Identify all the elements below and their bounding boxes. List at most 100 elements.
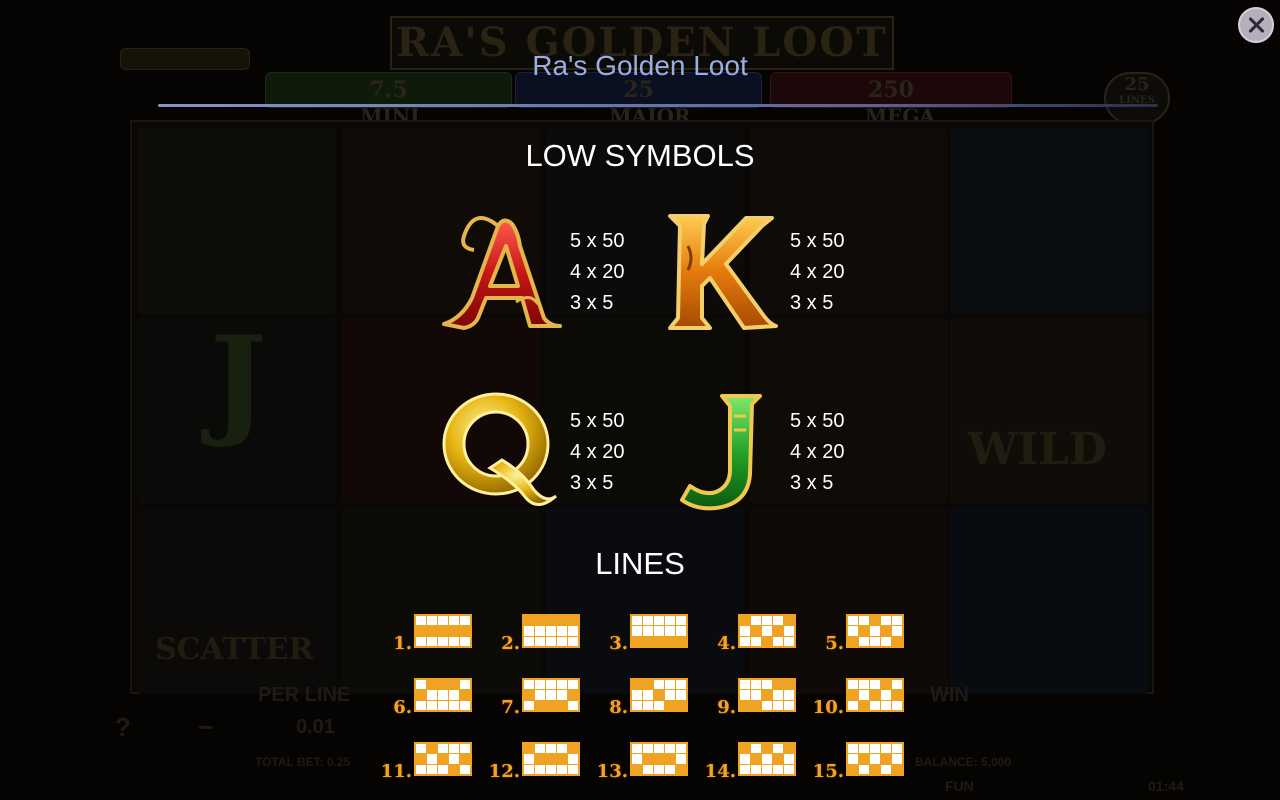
payline-number: 6.: [393, 697, 412, 718]
payline-cell: [416, 744, 426, 754]
payline-cell: [654, 700, 664, 710]
payline-cell: [535, 764, 545, 774]
payline-cell: [557, 626, 567, 636]
payline-cell: [557, 754, 567, 764]
pay-5: 5 x 50: [790, 410, 845, 432]
payline-cell: [676, 626, 686, 636]
payline-number: 12.: [488, 761, 520, 782]
payline-cell: [546, 754, 556, 764]
reel-cell: [750, 508, 948, 694]
payline-cell: [848, 754, 858, 764]
payline-number: 1.: [393, 633, 412, 654]
payline-cell: [427, 636, 437, 646]
payline-pattern: [522, 678, 580, 712]
payline-cell: [568, 626, 578, 636]
payline-pattern: [738, 678, 796, 712]
payline-pattern: [630, 678, 688, 712]
payline-cell: [416, 754, 426, 764]
payline-cell: [535, 744, 545, 754]
payline-cell: [546, 680, 556, 690]
payline-cell: [773, 700, 783, 710]
payline-cell: [870, 754, 880, 764]
payline-number: 15.: [812, 761, 844, 782]
payline-cell: [784, 616, 794, 626]
payline-cell: [665, 700, 675, 710]
payline-item: 11.: [370, 742, 490, 782]
payline-cell: [892, 626, 902, 636]
minus-icon[interactable]: −: [198, 712, 213, 743]
letter-k-icon: [668, 214, 778, 330]
payline-number: 5.: [825, 633, 844, 654]
pay-5: 5 x 50: [570, 410, 625, 432]
payline-cell: [870, 690, 880, 700]
payline-item: 9.: [694, 678, 814, 718]
payline-cell: [438, 690, 448, 700]
payline-cell: [438, 744, 448, 754]
payline-cell: [870, 626, 880, 636]
payline-cell: [524, 764, 534, 774]
payline-cell: [665, 616, 675, 626]
payline-cell: [762, 764, 772, 774]
payline-cell: [892, 700, 902, 710]
payline-cell: [654, 636, 664, 646]
payline-cell: [546, 700, 556, 710]
payline-cell: [568, 690, 578, 700]
payline-cell: [460, 636, 470, 646]
payline-cell: [643, 764, 653, 774]
payline-cell: [773, 690, 783, 700]
payline-cell: [449, 616, 459, 626]
payline-cell: [438, 626, 448, 636]
symbol-a: [434, 206, 564, 336]
payline-cell: [535, 754, 545, 764]
symbol-q-pays: 5 x 50 4 x 20 3 x 5: [570, 406, 624, 499]
payline-cell: [632, 626, 642, 636]
payline-cell: [784, 626, 794, 636]
payline-cell: [557, 636, 567, 646]
payline-cell: [676, 616, 686, 626]
payline-item: 10.: [802, 678, 922, 718]
payline-item: 2.: [478, 614, 598, 654]
payline-cell: [676, 636, 686, 646]
payline-cell: [881, 680, 891, 690]
payline-cell: [762, 680, 772, 690]
payline-number: 11.: [380, 761, 412, 782]
payline-cell: [762, 754, 772, 764]
payline-cell: [784, 700, 794, 710]
clock: 01:44: [1148, 778, 1184, 794]
payline-cell: [643, 754, 653, 764]
payline-pattern: [414, 614, 472, 648]
payline-cell: [632, 616, 642, 626]
payline-cell: [848, 690, 858, 700]
payline-cell: [676, 744, 686, 754]
payline-cell: [654, 626, 664, 636]
payline-cell: [751, 680, 761, 690]
payline-item: 6.: [370, 678, 490, 718]
payline-cell: [773, 616, 783, 626]
payline-number: 3.: [609, 633, 628, 654]
payline-cell: [460, 626, 470, 636]
payline-cell: [676, 754, 686, 764]
payline-cell: [881, 636, 891, 646]
payline-cell: [535, 680, 545, 690]
payline-cell: [535, 700, 545, 710]
payline-cell: [762, 744, 772, 754]
payline-cell: [665, 636, 675, 646]
pay-3: 3 x 5: [790, 292, 834, 314]
payline-cell: [643, 744, 653, 754]
payline-cell: [784, 744, 794, 754]
payline-pattern: [846, 678, 904, 712]
payline-cell: [632, 754, 642, 764]
payline-cell: [881, 626, 891, 636]
payline-cell: [449, 764, 459, 774]
payline-cell: [460, 680, 470, 690]
payline-cell: [892, 680, 902, 690]
payline-cell: [632, 690, 642, 700]
total-bet: TOTAL BET: 0.25: [255, 755, 351, 769]
help-icon[interactable]: ?: [115, 712, 131, 743]
payline-cell: [654, 690, 664, 700]
payline-cell: [632, 744, 642, 754]
pay-4: 4 x 20: [570, 441, 625, 463]
close-button[interactable]: [1238, 7, 1274, 43]
payline-cell: [449, 754, 459, 764]
payline-cell: [643, 636, 653, 646]
